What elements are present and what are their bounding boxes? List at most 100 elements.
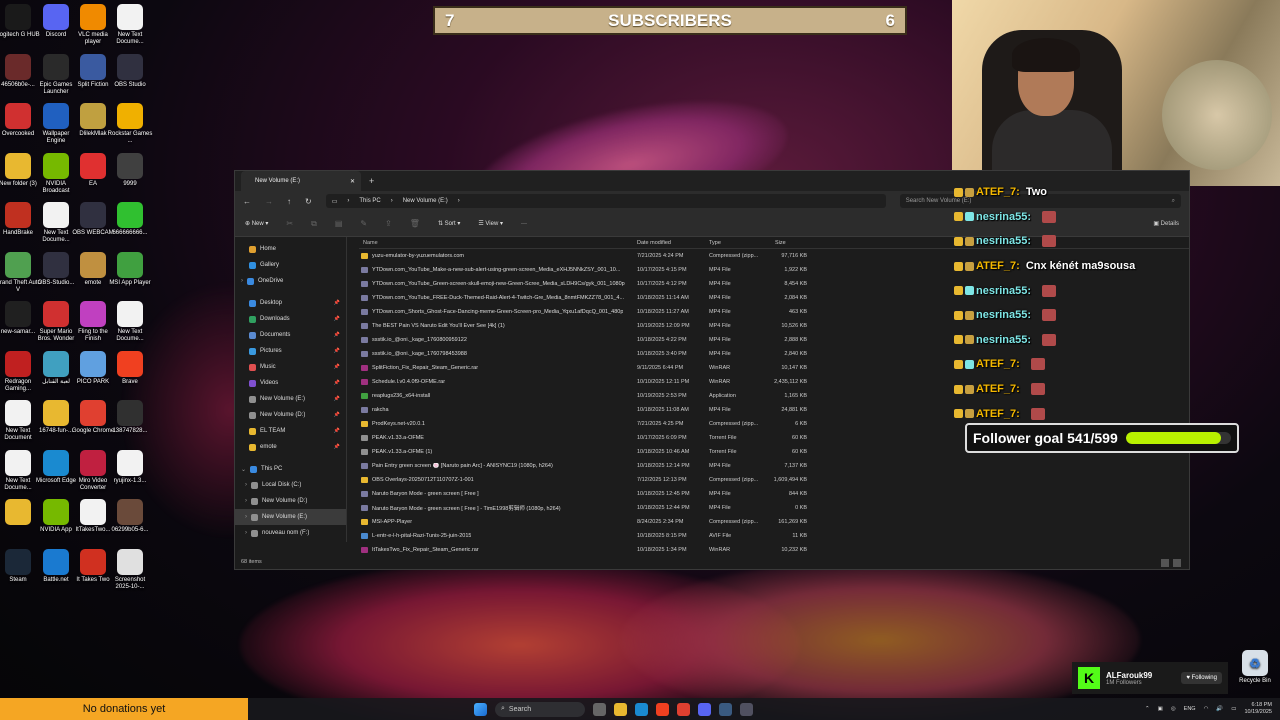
details-view-icon[interactable]	[1161, 559, 1169, 567]
file-row[interactable]: Naruto Baryon Mode - green screen [ Free…	[359, 501, 1189, 515]
nvidia-icon	[43, 152, 69, 179]
rename-icon[interactable]: ✎	[360, 219, 367, 228]
text-document-icon	[5, 449, 31, 476]
chrome-icon[interactable]	[677, 702, 690, 716]
share-icon[interactable]: ⇪	[385, 219, 392, 228]
forward-icon[interactable]: →	[265, 197, 273, 206]
nav-item-drive[interactable]: › Local Disk (C:)	[235, 477, 346, 493]
start-icon[interactable]	[474, 702, 487, 716]
desktop-icon[interactable]: 138747828...	[107, 400, 153, 435]
new-button[interactable]: ⊕ New ▾	[245, 220, 268, 227]
file-size: 2,840 KB	[784, 351, 807, 357]
sort-button[interactable]: ⇅ Sort ▾	[438, 220, 460, 227]
delete-icon[interactable]: 🗑	[410, 219, 420, 228]
chevron-right-icon[interactable]: ›	[245, 514, 247, 520]
breadcrumb-new-volume[interactable]: New Volume (E:)	[403, 198, 448, 204]
nav-item-drive[interactable]: › New Volume (D:)	[235, 493, 346, 509]
view-button[interactable]: ☰ View ▾	[478, 220, 503, 227]
chat-badge-icon	[965, 236, 974, 246]
column-date[interactable]: Date modified	[637, 240, 709, 246]
nav-item-this-pc[interactable]: ⌄ This PC	[235, 461, 346, 477]
desktop-icon[interactable]: Brave	[107, 350, 153, 386]
desktop-icon[interactable]: New Text Docume...	[107, 301, 153, 343]
desktop-icon-label: emote	[84, 279, 102, 286]
explorer-tab[interactable]: New Volume (E:) ✕	[241, 171, 361, 191]
edge-icon[interactable]	[635, 702, 648, 716]
file-name: MSI-APP-Player	[372, 519, 413, 525]
brave-icon[interactable]	[656, 702, 669, 716]
task-view-icon[interactable]	[593, 702, 606, 716]
new-tab-icon[interactable]: +	[369, 176, 374, 186]
discord-icon[interactable]	[698, 702, 711, 716]
file-row[interactable]: Naruto Baryon Mode - green screen [ Free…	[359, 487, 1189, 501]
tray-app-icon[interactable]: ▣	[1158, 706, 1163, 712]
column-type[interactable]: Type	[709, 240, 769, 246]
column-size[interactable]: Size	[769, 240, 807, 246]
nav-item[interactable]: EL TEAM 📌	[235, 423, 346, 439]
battery-icon[interactable]: ▭	[1231, 706, 1236, 712]
address-bar[interactable]: ▭ › This PC › New Volume (E:) ›	[325, 194, 886, 208]
more-options-button[interactable]: ···	[521, 221, 527, 227]
paste-icon[interactable]: ▤	[335, 219, 343, 228]
following-button[interactable]: ♥ Following	[1181, 672, 1222, 684]
chevron-up-icon[interactable]: ⌃	[1145, 706, 1150, 712]
desktop-icon[interactable]: OBS Studio	[107, 53, 153, 89]
chevron-right-icon[interactable]: ›	[241, 278, 243, 284]
desktop-icon[interactable]: 06299b05-6...	[107, 499, 153, 534]
desktop-icon[interactable]: 9999	[107, 152, 153, 188]
cut-icon[interactable]: ✂	[286, 219, 293, 228]
desktop-icon[interactable]: MSI App Player	[107, 251, 153, 287]
nav-item[interactable]: New Volume (E:) 📌	[235, 391, 346, 407]
wifi-icon[interactable]: ◠	[1204, 706, 1209, 712]
refresh-icon[interactable]: ↻	[305, 197, 312, 206]
nav-item[interactable]: Gallery	[235, 257, 346, 273]
chevron-right-icon[interactable]: ⌄	[241, 466, 246, 473]
file-row[interactable]: Pain Entry green screen 🍥 [Naruto pain A…	[359, 459, 1189, 473]
recycle-bin[interactable]: ♻ Recycle Bin	[1232, 650, 1278, 685]
nav-item[interactable]: emote 📌	[235, 439, 346, 455]
chevron-right-icon[interactable]: ›	[245, 498, 247, 504]
nav-item-drive[interactable]: › New Volume (E:)	[235, 509, 346, 525]
up-icon[interactable]: ↑	[287, 197, 291, 206]
chevron-right-icon[interactable]: ›	[245, 482, 247, 488]
language-indicator[interactable]: ENG	[1184, 706, 1196, 712]
nav-item[interactable]: › OneDrive	[235, 273, 346, 289]
back-icon[interactable]: ←	[243, 197, 251, 206]
desktop-icon[interactable]: 666666666...	[107, 202, 153, 237]
emote-icon	[1042, 235, 1057, 248]
copy-icon[interactable]: ⧉	[311, 219, 317, 229]
file-type-icon	[361, 323, 368, 329]
nav-item-drive[interactable]: › nouveau nom (F:)	[235, 525, 346, 541]
file-type: Compressed (zipp...	[709, 253, 759, 259]
desktop-icon[interactable]: New Text Docume...	[107, 4, 153, 46]
nav-item[interactable]: Documents 📌	[235, 327, 346, 343]
nav-item[interactable]: Pictures 📌	[235, 343, 346, 359]
nav-item[interactable]: New Volume (D:) 📌	[235, 407, 346, 423]
file-row[interactable]: OBS Overlays-20250712T110707Z-1-001 7/12/…	[359, 473, 1189, 487]
column-name[interactable]: Name	[359, 240, 637, 246]
nav-item[interactable]: Videos 📌	[235, 375, 346, 391]
clock[interactable]: 6:18 PM 10/19/2025	[1244, 702, 1272, 716]
folder-icon	[251, 513, 258, 521]
tiles-view-icon[interactable]	[1173, 559, 1181, 567]
desktop-icon[interactable]: Screenshot 2025-10-...	[107, 548, 153, 591]
nav-item[interactable]: Home	[235, 241, 346, 257]
obs-icon[interactable]	[740, 702, 753, 716]
chevron-right-icon[interactable]: ›	[245, 530, 247, 536]
desktop-icon[interactable]: Rockstar Games ...	[107, 103, 153, 145]
nav-item[interactable]: Downloads 📌	[235, 311, 346, 327]
file-row[interactable]: MSI-APP-Player 8/24/2025 2:34 PM Compresse…	[359, 515, 1189, 529]
nav-item[interactable]: Music 📌	[235, 359, 346, 375]
breadcrumb-this-pc[interactable]: This PC	[359, 198, 380, 204]
close-tab-icon[interactable]: ✕	[350, 178, 355, 185]
tray-app-icon[interactable]: ◎	[1171, 706, 1176, 712]
nav-item-label: Videos	[260, 380, 279, 386]
file-row[interactable]: L-entr-e-l-h-pital-Razi-Tunis-25-juin-20…	[359, 529, 1189, 543]
taskbar-search[interactable]: ⌕ Search	[495, 701, 585, 717]
volume-icon[interactable]: 🔊	[1216, 706, 1223, 712]
desktop-icon[interactable]: ryujinx-1.3...	[107, 449, 153, 485]
status-bar: 68 items	[235, 555, 1189, 569]
steam-icon[interactable]	[719, 702, 732, 716]
nav-item[interactable]: Desktop 📌	[235, 295, 346, 311]
file-explorer-icon[interactable]	[614, 702, 627, 716]
